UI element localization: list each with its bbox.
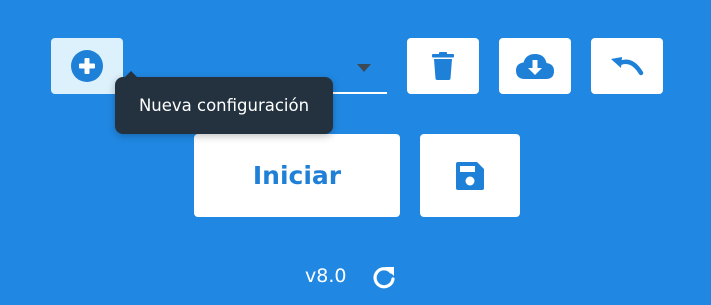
tooltip-arrow — [125, 71, 137, 77]
undo-icon — [610, 55, 644, 77]
floppy-disk-icon — [456, 161, 484, 190]
start-button-label: Iniciar — [252, 161, 342, 190]
refresh-button[interactable] — [371, 264, 397, 290]
add-config-tooltip: Nueva configuración — [115, 71, 333, 134]
tooltip-text: Nueva configuración — [138, 96, 310, 115]
plus-circle-icon — [71, 50, 103, 82]
start-button[interactable]: Iniciar — [194, 134, 400, 217]
delete-button[interactable] — [407, 38, 479, 94]
version-label: v8.0 — [305, 265, 347, 287]
undo-button[interactable] — [591, 38, 663, 94]
cloud-download-button[interactable] — [499, 38, 571, 94]
save-button[interactable] — [420, 134, 520, 217]
add-config-button[interactable] — [51, 38, 123, 94]
refresh-icon — [372, 265, 396, 289]
caret-down-icon — [357, 64, 371, 72]
cloud-download-icon — [516, 53, 554, 79]
trash-icon — [432, 52, 454, 80]
